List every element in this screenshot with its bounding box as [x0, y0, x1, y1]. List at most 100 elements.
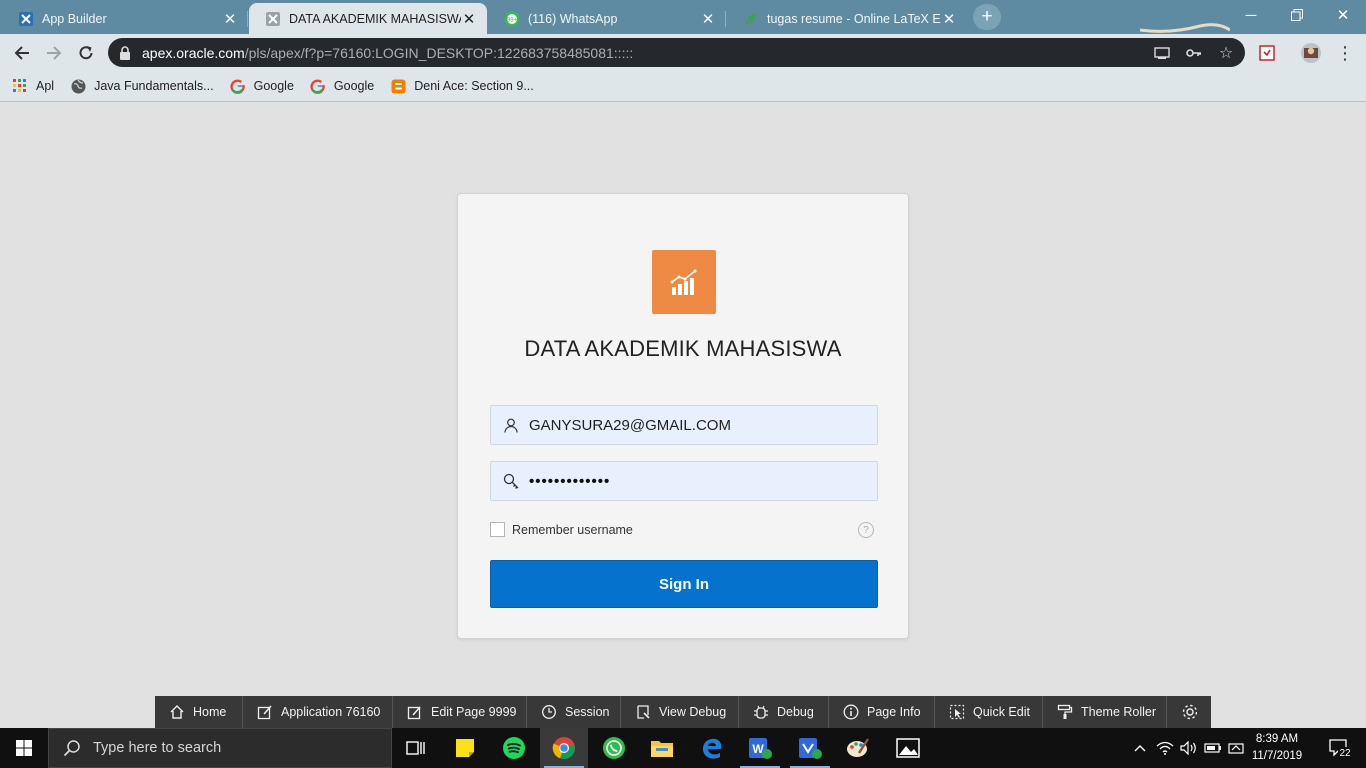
task-view-icon[interactable] [392, 728, 440, 768]
tray-overflow-icon[interactable] [1130, 728, 1150, 768]
username-value: GANYSURA29@GMAIL.COM [529, 416, 731, 434]
url-host: apex.oracle.com [142, 44, 245, 61]
tab-app-builder[interactable]: App Builder ✕ [2, 3, 248, 34]
bug-icon [753, 704, 769, 720]
google-icon [230, 78, 246, 94]
close-tab-icon[interactable]: ✕ [222, 10, 238, 28]
minimize-window-icon[interactable]: ─ [1228, 0, 1274, 30]
dev-edit-page-button[interactable]: Edit Page 9999 [393, 696, 527, 728]
dev-view-debug-button[interactable]: View Debug [621, 696, 739, 728]
paint-icon[interactable] [834, 728, 882, 768]
file-explorer-icon[interactable] [638, 728, 686, 768]
info-icon [843, 704, 859, 720]
vscode-icon[interactable] [786, 728, 834, 768]
developer-toolbar: Home Application 76160 Edit Page 9999 Se… [155, 696, 1211, 728]
photos-icon[interactable] [884, 728, 932, 768]
notification-count: 22 [1339, 748, 1351, 758]
taskbar-search[interactable]: Type here to search [48, 728, 392, 768]
sticky-notes-icon[interactable] [441, 728, 489, 768]
profile-decoration-icon [1140, 23, 1230, 33]
bar-chart-icon [670, 269, 697, 295]
action-center-icon[interactable]: 22 [1320, 728, 1360, 768]
svg-text:99+: 99+ [507, 17, 518, 23]
menu-kebab-icon[interactable]: ⋮ [1334, 42, 1356, 64]
tab-overleaf[interactable]: tugas resume - Online LaTeX Edito ✕ [727, 3, 967, 34]
sign-in-button[interactable]: Sign In [490, 560, 878, 608]
windows-logo-icon [16, 740, 32, 756]
apps-grid-icon [12, 78, 28, 94]
login-card: DATA AKADEMIK MAHASISWA GANYSURA29@GMAIL… [457, 193, 909, 639]
edge-icon[interactable] [688, 728, 736, 768]
close-tab-icon[interactable]: ✕ [461, 10, 477, 28]
clock-time: 8:39 AM [1255, 733, 1299, 745]
close-tab-icon[interactable]: ✕ [941, 10, 957, 28]
bookmark-apps[interactable]: Apl [12, 78, 54, 94]
wps-writer-icon[interactable]: W [736, 728, 784, 768]
profile-avatar[interactable] [1300, 42, 1322, 64]
volume-icon[interactable] [1178, 728, 1200, 768]
bookmark-google-2[interactable]: Google [310, 78, 374, 94]
tab-whatsapp[interactable]: 99+ (116) WhatsApp ✕ [488, 3, 726, 34]
edit-app-icon [257, 704, 273, 720]
close-tab-icon[interactable]: ✕ [700, 10, 716, 28]
dev-page-info-button[interactable]: Page Info [829, 696, 935, 728]
dev-session-button[interactable]: Session [527, 696, 621, 728]
new-tab-button[interactable]: + [973, 4, 1001, 30]
home-icon [169, 704, 185, 720]
dev-settings-button[interactable] [1167, 696, 1211, 728]
google-icon [310, 78, 326, 94]
back-button[interactable] [9, 40, 35, 66]
chrome-icon[interactable] [540, 728, 588, 768]
remember-checkbox[interactable] [490, 522, 505, 537]
lock-icon [120, 45, 130, 60]
address-bar[interactable]: apex.oracle.com/pls/apex/f?p=76160:LOGIN… [108, 38, 1245, 67]
user-icon [503, 417, 519, 433]
username-field[interactable]: GANYSURA29@GMAIL.COM [490, 405, 878, 445]
spotify-icon[interactable] [490, 728, 538, 768]
battery-icon[interactable] [1202, 728, 1224, 768]
restore-window-icon[interactable] [1274, 0, 1320, 30]
help-icon[interactable]: ? [858, 522, 874, 538]
globe-icon [70, 78, 86, 94]
tab-data-akademik[interactable]: DATA AKADEMIK MAHASISWA - ✕ [249, 3, 487, 34]
gear-icon [1181, 704, 1197, 720]
whatsapp-icon: 99+ [504, 11, 520, 27]
apex-icon [265, 11, 281, 27]
dev-theme-roller-button[interactable]: Theme Roller [1043, 696, 1167, 728]
search-placeholder: Type here to search [93, 740, 222, 756]
password-field[interactable]: ••••••••••••• [490, 461, 878, 501]
wifi-icon[interactable] [1154, 728, 1176, 768]
reload-button[interactable] [73, 40, 99, 66]
browser-toolbar: apex.oracle.com/pls/apex/f?p=76160:LOGIN… [0, 34, 1366, 71]
dev-quick-edit-button[interactable]: Quick Edit [935, 696, 1043, 728]
close-window-icon[interactable]: ✕ [1320, 0, 1366, 30]
browser-tab-strip: App Builder ✕ DATA AKADEMIK MAHASISWA - … [0, 0, 1366, 34]
bookmark-deni-ace[interactable]: Deni Ace: Section 9... [390, 78, 534, 94]
keyboard-layout-icon[interactable] [1226, 728, 1248, 768]
paint-roller-icon [1057, 704, 1073, 720]
bookmark-star-icon[interactable]: ☆ [1217, 44, 1235, 62]
whatsapp-icon[interactable] [590, 728, 638, 768]
url-path: /pls/apex/f?p=76160:LOGIN_DESKTOP:122683… [244, 44, 634, 61]
clock-date: 11/7/2019 [1251, 750, 1303, 762]
forward-button[interactable] [41, 40, 67, 66]
extension-shield-icon[interactable] [1256, 42, 1278, 64]
edit-page-icon [407, 704, 423, 720]
quick-edit-icon [949, 704, 965, 720]
remember-label: Remember username [512, 522, 633, 537]
key-icon[interactable] [1185, 44, 1203, 62]
overleaf-icon [743, 11, 759, 27]
taskbar-clock[interactable]: 8:39 AM 11/7/2019 [1248, 731, 1306, 765]
view-debug-icon [635, 704, 651, 720]
cast-icon[interactable] [1153, 44, 1171, 62]
dev-application-button[interactable]: Application 76160 [243, 696, 393, 728]
bookmark-google-1[interactable]: Google [230, 78, 294, 94]
app-logo [652, 250, 716, 314]
dev-home-button[interactable]: Home [155, 696, 243, 728]
bookmarks-bar: Apl Java Fundamentals... Google Google D… [0, 71, 1366, 102]
remember-username[interactable]: Remember username [490, 522, 633, 537]
bookmark-java-fundamentals[interactable]: Java Fundamentals... [70, 78, 214, 94]
search-icon [63, 740, 80, 757]
dev-debug-button[interactable]: Debug [739, 696, 829, 728]
start-button[interactable] [0, 728, 48, 768]
